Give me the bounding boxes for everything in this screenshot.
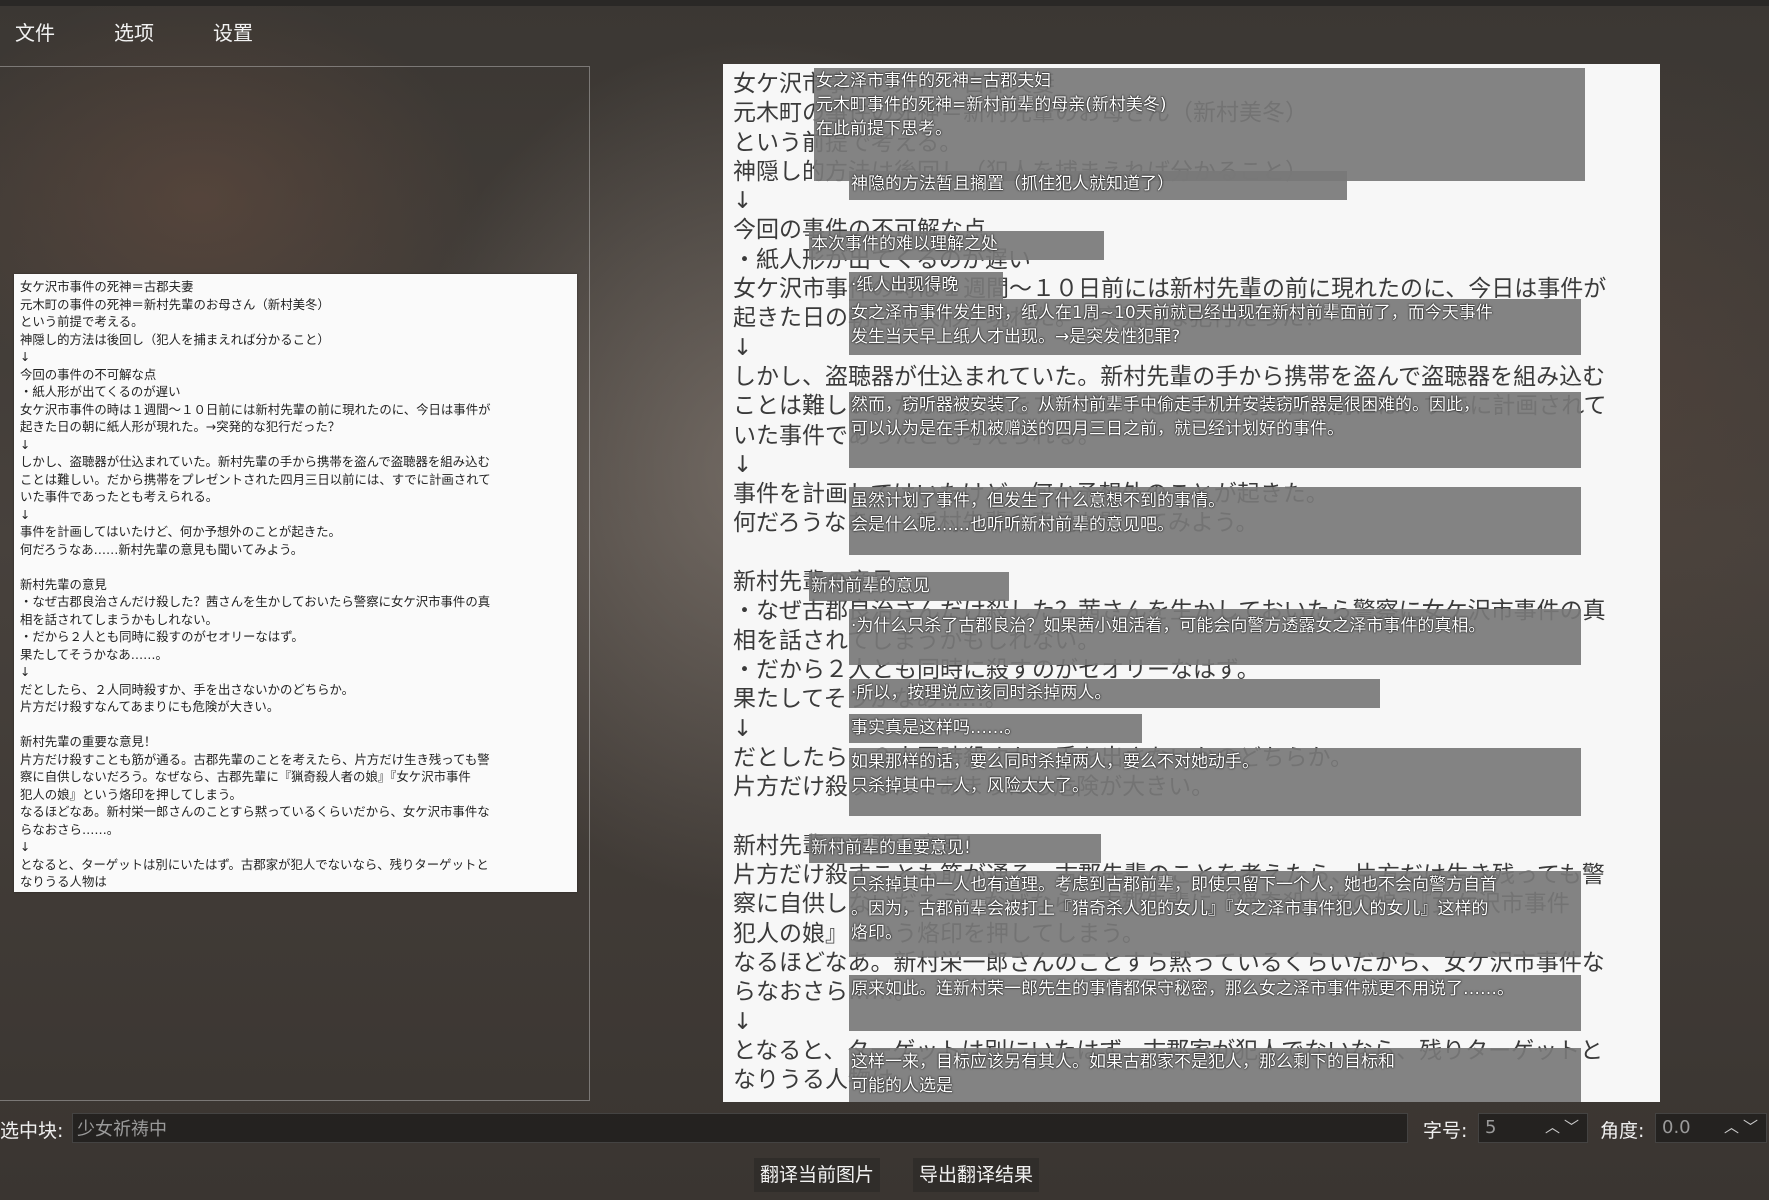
- text-block-label: 本次事件的难以理解之处: [811, 234, 998, 254]
- selected-block-label: 选中块:: [0, 1120, 64, 1142]
- font-size-stepper[interactable]: 5 ︿﹀: [1478, 1113, 1588, 1143]
- original-image[interactable]: 女ケ沢市事件の死神＝古郡夫妻 元木町の事件の死神＝新村先輩のお母さん（新村美冬）…: [14, 274, 577, 892]
- stepper-arrows-icon[interactable]: ︿﹀: [1545, 1116, 1583, 1137]
- text-block-label: 虽然计划了事件，但发生了什么意想不到的事情。 会是什么呢……也听听新村前辈的意见…: [851, 491, 1225, 535]
- translated-image-canvas[interactable]: 女ケ沢市事件の死神＝古郡夫妻 元木町の事件の死神＝新村先輩のお母さん（新村美冬）…: [723, 64, 1660, 1102]
- original-image-text: 女ケ沢市事件の死神＝古郡夫妻 元木町の事件の死神＝新村先輩のお母さん（新村美冬）…: [20, 279, 491, 889]
- text-block-label: 新村前辈的重要意见!: [811, 838, 971, 858]
- property-bar: 选中块: 字号: 5 ︿﹀ 角度: 0.0 ︿﹀: [0, 1110, 1769, 1150]
- angle-stepper[interactable]: 0.0 ︿﹀: [1655, 1113, 1767, 1143]
- text-block-label: 女之泽市事件的死神=古郡夫妇 元木町事件的死神=新村前辈的母亲(新村美冬) 在此…: [816, 71, 1167, 139]
- text-block-label: 女之泽市事件发生时，纸人在1周~10天前就已经出现在新村前辈面前了，而今天事件 …: [851, 303, 1493, 347]
- angle-label: 角度:: [1600, 1120, 1645, 1142]
- menu-file[interactable]: 文件: [15, 17, 55, 46]
- text-block-label: 神隐的方法暂且搁置（抓住犯人就知道了）: [851, 174, 1174, 194]
- menu-options[interactable]: 选项: [114, 17, 154, 46]
- text-block-label: 原来如此。连新村荣一郎先生的事情都保守秘密，那么女之泽市事件就更不用说了……。: [851, 979, 1514, 999]
- text-block-label: 如果那样的话，要么同时杀掉两人，要么不对她动手。 只杀掉其中一人，风险太大了。: [851, 752, 1259, 796]
- text-block-label: ·所以，按理说应该同时杀掉两人。: [851, 683, 1112, 703]
- font-size-label: 字号:: [1423, 1120, 1468, 1142]
- font-size-value: 5: [1485, 1117, 1497, 1138]
- stepper-arrows-icon[interactable]: ︿﹀: [1724, 1116, 1762, 1137]
- text-block-label: 新村前辈的意见: [811, 576, 930, 596]
- translate-current-image-button[interactable]: 翻译当前图片: [754, 1158, 881, 1192]
- export-translation-button[interactable]: 导出翻译结果: [913, 1158, 1040, 1192]
- text-block-label: 然而，窃听器被安装了。从新村前辈手中偷走手机并安装窃听器是很困难的。因此， 可以…: [851, 395, 1480, 439]
- text-block-label: 这样一来，目标应该另有其人。如果古郡家不是犯人，那么剩下的目标和 可能的人选是: [851, 1052, 1395, 1096]
- text-block-label: 只杀掉其中一人也有道理。考虑到古郡前辈，即使只留下一个人，她也不会向警方自首 。…: [851, 875, 1497, 943]
- text-block-label: 事实真是这样吗……。: [851, 718, 1021, 738]
- menu-settings[interactable]: 设置: [213, 17, 253, 46]
- selected-block-input[interactable]: [72, 1113, 1408, 1143]
- text-block-label: ·为什么只杀了古郡良治？如果茜小姐活着，可能会向警方透露女之泽市事件的真相。: [851, 616, 1486, 636]
- menu-bar: 文件 选项 设置: [0, 6, 297, 56]
- angle-value: 0.0: [1662, 1117, 1691, 1138]
- text-block-label: ·纸人出现得晚: [851, 275, 959, 295]
